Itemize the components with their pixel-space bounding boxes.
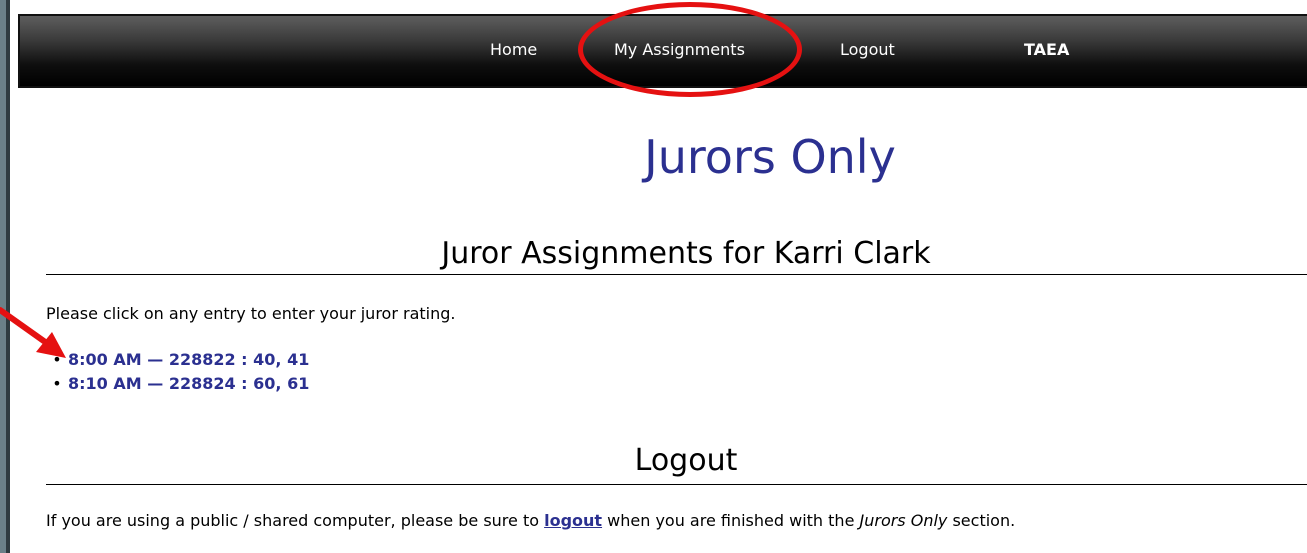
logout-note-text-before: If you are using a public / shared compu… — [46, 511, 545, 530]
logout-note-text-after: section. — [947, 511, 1016, 530]
nav-taea-link[interactable]: TAEA — [1024, 40, 1069, 59]
bullet-icon: • — [52, 374, 62, 393]
page-title: Jurors Only — [644, 130, 896, 184]
logout-inline-link[interactable]: logout — [544, 511, 602, 530]
assignments-divider — [46, 274, 1307, 275]
nav-home-link[interactable]: Home — [490, 40, 537, 59]
top-navigation-bar: Home My Assignments Logout TAEA — [18, 14, 1307, 88]
logout-note-text-middle: when you are finished with the — [602, 511, 860, 530]
instructions-text: Please click on any entry to enter your … — [46, 304, 456, 323]
logout-divider — [46, 484, 1307, 485]
assignment-link[interactable]: 8:10 AM — 228824 : 60, 61 — [68, 374, 309, 393]
list-item: • 8:10 AM — 228824 : 60, 61 — [46, 372, 309, 396]
logout-heading: Logout — [634, 443, 738, 478]
logout-note-emphasis: Jurors Only — [859, 511, 948, 530]
bullet-icon: • — [52, 350, 62, 369]
browser-page: Home My Assignments Logout TAEA Jurors O… — [6, 0, 1307, 553]
assignment-link[interactable]: 8:00 AM — 228822 : 40, 41 — [68, 350, 309, 369]
logout-note: If you are using a public / shared compu… — [46, 511, 1015, 530]
nav-my-assignments-link[interactable]: My Assignments — [614, 40, 745, 59]
assignments-heading: Juror Assignments for Karri Clark — [441, 236, 931, 271]
list-item: • 8:00 AM — 228822 : 40, 41 — [46, 348, 309, 372]
nav-logout-link[interactable]: Logout — [840, 40, 895, 59]
assignment-list: • 8:00 AM — 228822 : 40, 41 • 8:10 AM — 22… — [46, 348, 309, 396]
